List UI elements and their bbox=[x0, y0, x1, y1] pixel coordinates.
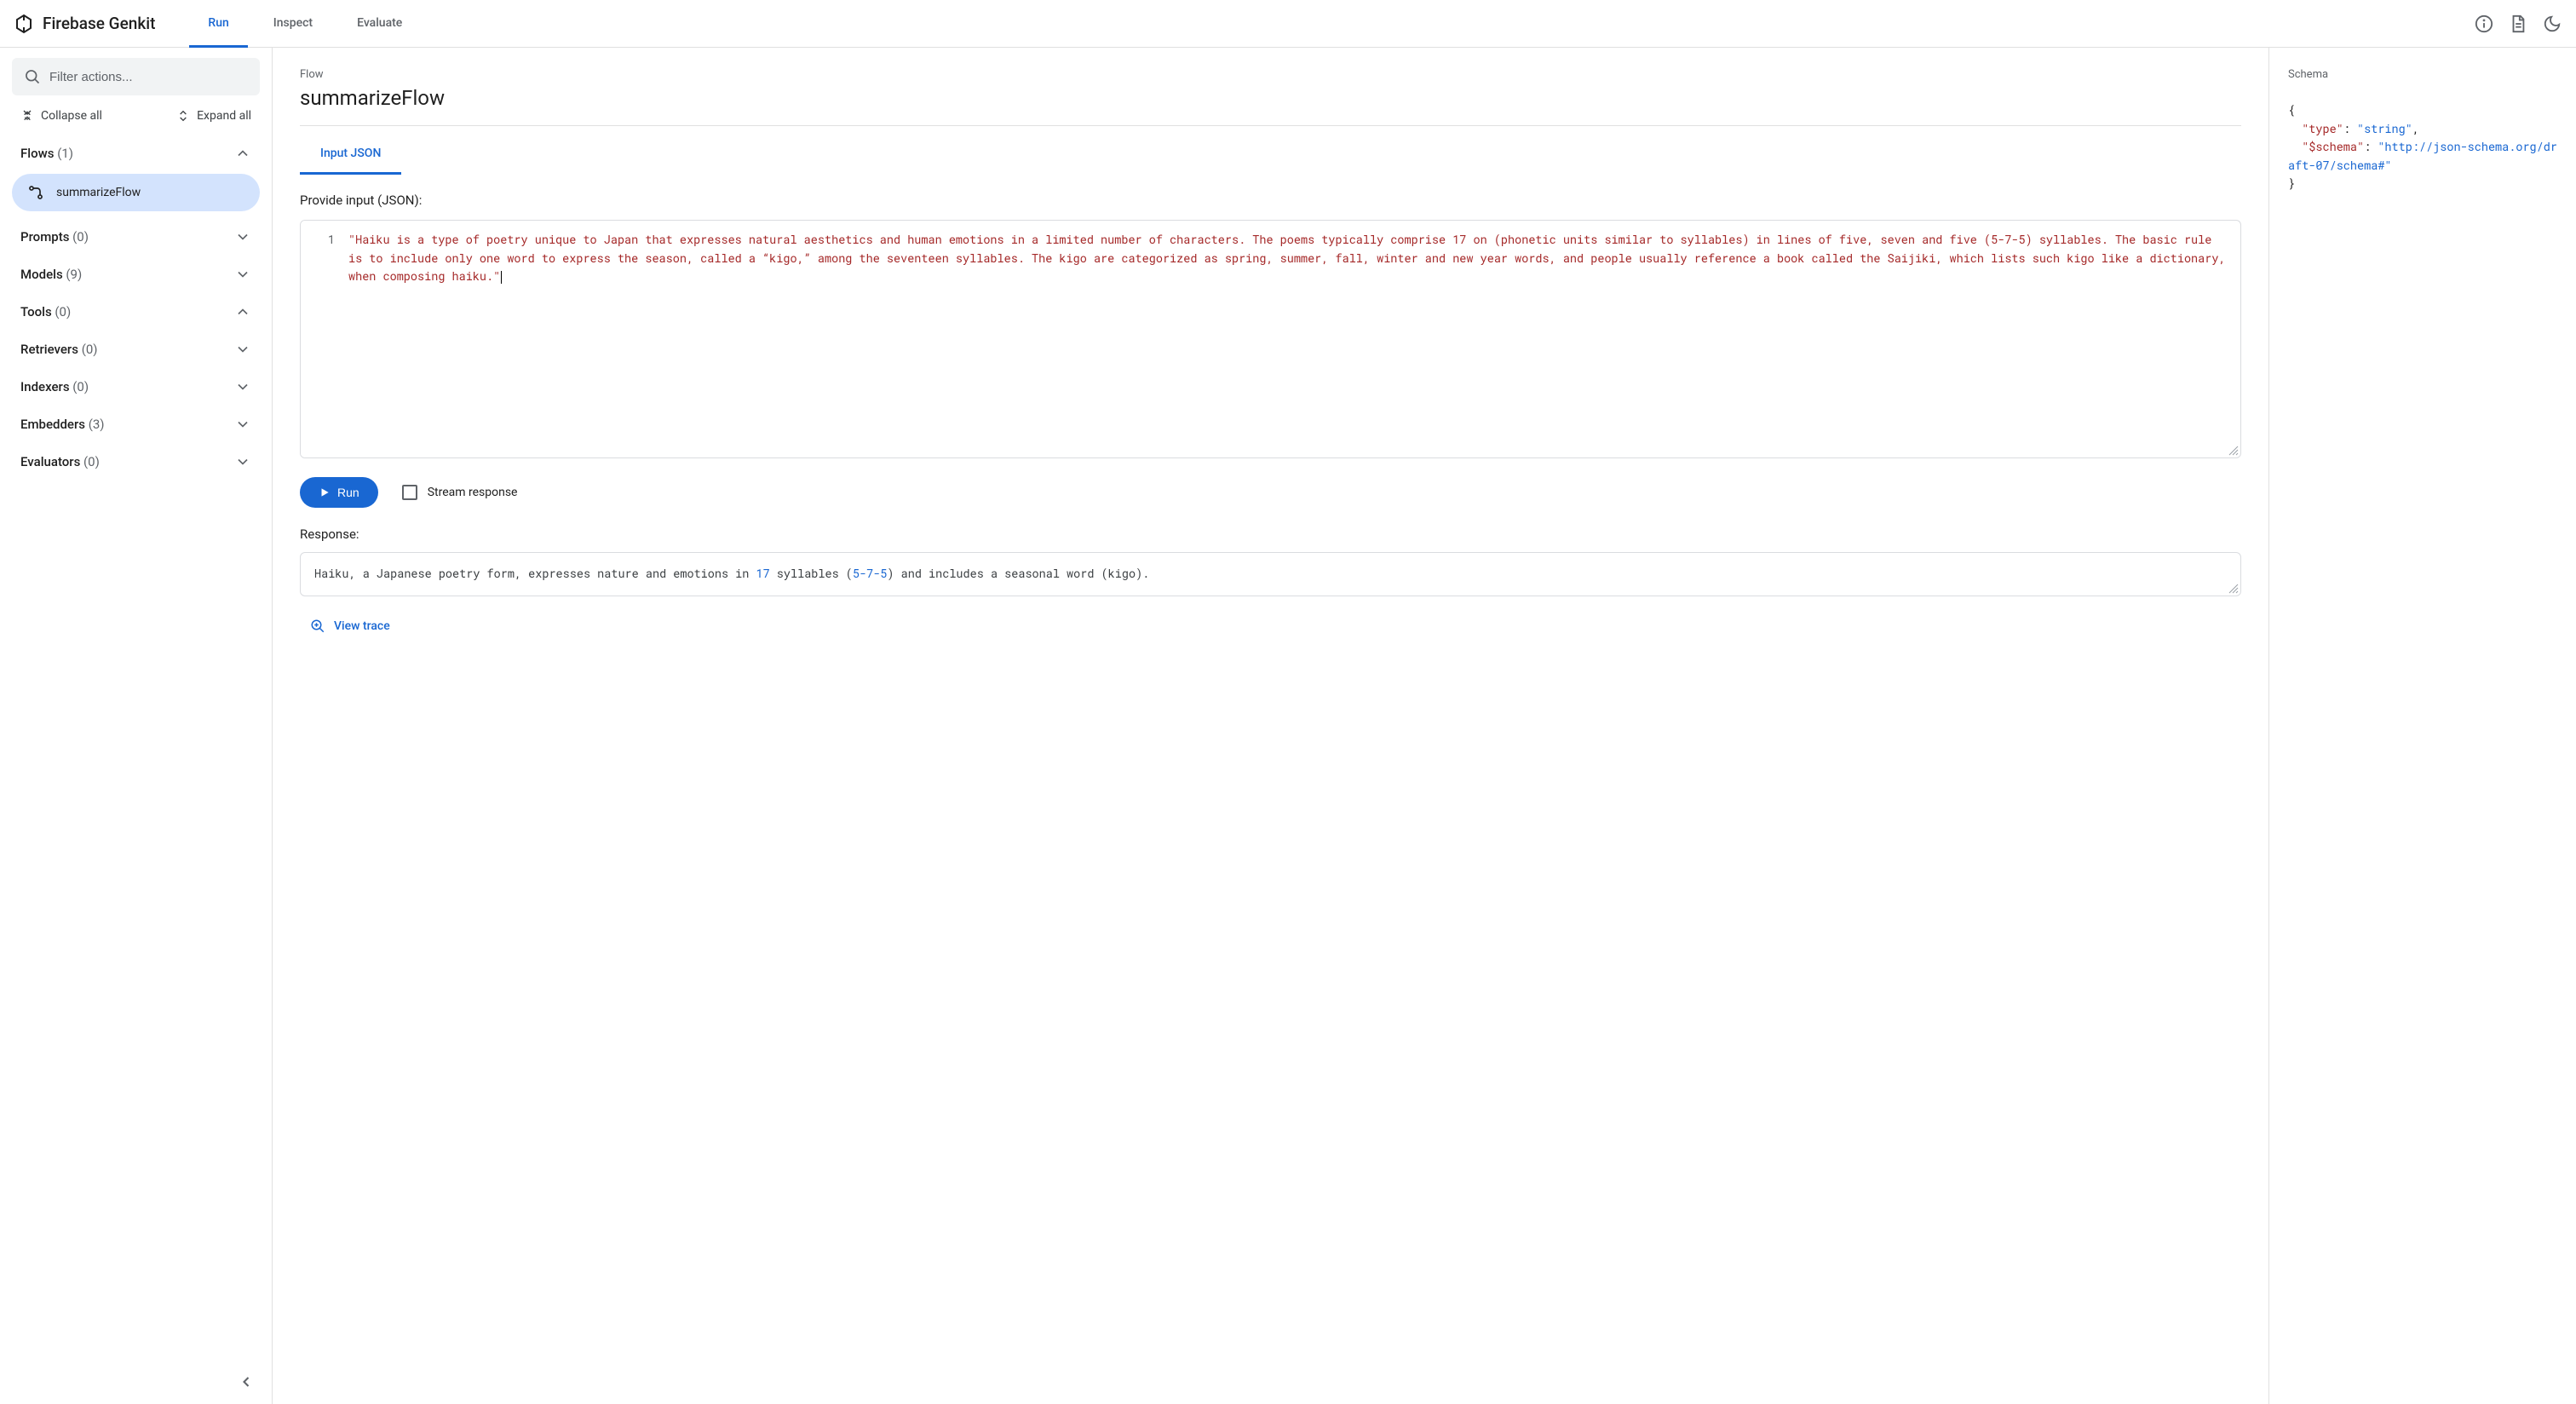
tab-inspect[interactable]: Inspect bbox=[255, 1, 331, 48]
section-count: (9) bbox=[66, 267, 82, 282]
chevron-down-icon bbox=[234, 453, 251, 470]
sidebar: Collapse all Expand all Flows (1) summ bbox=[0, 48, 273, 1404]
collapse-sidebar-button[interactable] bbox=[233, 1368, 260, 1395]
flow-item-label: summarizeFlow bbox=[56, 186, 141, 199]
document-icon[interactable] bbox=[2508, 14, 2528, 34]
chevron-down-icon bbox=[234, 416, 251, 433]
chevron-down-icon bbox=[234, 228, 251, 245]
stream-response-checkbox[interactable]: Stream response bbox=[402, 485, 518, 500]
checkbox-icon bbox=[402, 485, 417, 500]
section-indexers[interactable]: Indexers (0) bbox=[12, 368, 260, 406]
play-icon bbox=[319, 486, 331, 498]
nav-tabs: Run Inspect Evaluate bbox=[189, 0, 421, 47]
firebase-genkit-logo-icon bbox=[14, 14, 34, 34]
tab-run[interactable]: Run bbox=[189, 1, 247, 48]
tab-input-json[interactable]: Input JSON bbox=[300, 135, 401, 175]
line-gutter: 1 bbox=[301, 221, 343, 457]
chevron-up-icon bbox=[234, 303, 251, 320]
expand-all-button[interactable]: Expand all bbox=[176, 109, 251, 123]
section-evaluators[interactable]: Evaluators (0) bbox=[12, 443, 260, 480]
response-output: Haiku, a Japanese poetry form, expresses… bbox=[300, 552, 2241, 596]
section-label: Indexers bbox=[20, 379, 70, 394]
expand-all-label: Expand all bbox=[197, 109, 251, 123]
app-header: Firebase Genkit Run Inspect Evaluate bbox=[0, 0, 2576, 48]
dark-mode-icon[interactable] bbox=[2542, 14, 2562, 34]
breadcrumb: Flow bbox=[300, 68, 2241, 81]
chevron-down-icon bbox=[234, 341, 251, 358]
schema-title: Schema bbox=[2288, 68, 2557, 81]
section-count: (1) bbox=[57, 146, 73, 161]
schema-panel: Schema { "type": "string", "$schema": "h… bbox=[2269, 48, 2576, 1404]
expand-icon bbox=[176, 109, 190, 123]
search-box[interactable] bbox=[12, 58, 260, 95]
sidebar-item-summarizeflow[interactable]: summarizeFlow bbox=[12, 174, 260, 211]
flow-icon bbox=[27, 184, 44, 201]
section-label: Tools bbox=[20, 304, 52, 319]
section-count: (0) bbox=[82, 342, 98, 357]
section-label: Embedders bbox=[20, 417, 85, 432]
tab-evaluate[interactable]: Evaluate bbox=[338, 1, 421, 48]
logo: Firebase Genkit bbox=[14, 14, 155, 34]
page-title: summarizeFlow bbox=[300, 86, 2241, 110]
resize-handle-icon[interactable] bbox=[2228, 446, 2239, 456]
section-prompts[interactable]: Prompts (0) bbox=[12, 218, 260, 256]
section-count: (3) bbox=[89, 417, 105, 432]
section-count: (0) bbox=[55, 304, 71, 319]
section-retrievers[interactable]: Retrievers (0) bbox=[12, 331, 260, 368]
section-count: (0) bbox=[83, 454, 100, 469]
view-trace-label: View trace bbox=[334, 619, 390, 633]
section-label: Evaluators bbox=[20, 454, 80, 469]
run-label: Run bbox=[337, 486, 359, 499]
section-label: Prompts bbox=[20, 229, 69, 245]
section-flows[interactable]: Flows (1) bbox=[12, 135, 260, 172]
section-label: Retrievers bbox=[20, 342, 78, 357]
brand-name: Firebase Genkit bbox=[43, 14, 155, 33]
resize-handle-icon[interactable] bbox=[2228, 584, 2239, 594]
input-label: Provide input (JSON): bbox=[300, 193, 2241, 208]
chevron-down-icon bbox=[234, 266, 251, 283]
search-icon bbox=[24, 68, 41, 85]
collapse-all-label: Collapse all bbox=[41, 109, 102, 123]
info-icon[interactable] bbox=[2474, 14, 2494, 34]
json-input-editor[interactable]: 1 "Haiku is a type of poetry unique to J… bbox=[300, 220, 2241, 458]
chevron-down-icon bbox=[234, 378, 251, 395]
main-content: Flow summarizeFlow Input JSON Provide in… bbox=[273, 48, 2269, 1404]
search-input[interactable] bbox=[49, 70, 248, 84]
code-text: "Haiku is a type of poetry unique to Jap… bbox=[348, 232, 2233, 284]
section-label: Models bbox=[20, 267, 63, 282]
section-count: (0) bbox=[72, 229, 89, 245]
section-embedders[interactable]: Embedders (3) bbox=[12, 406, 260, 443]
view-trace-button[interactable]: View trace bbox=[300, 613, 2241, 639]
response-label: Response: bbox=[300, 526, 2241, 542]
section-label: Flows bbox=[20, 146, 54, 161]
collapse-all-button[interactable]: Collapse all bbox=[20, 109, 102, 123]
section-count: (0) bbox=[72, 379, 89, 394]
zoom-in-icon bbox=[310, 619, 325, 634]
collapse-icon bbox=[20, 109, 34, 123]
chevron-up-icon bbox=[234, 145, 251, 162]
schema-json: { "type": "string", "$schema": "http://j… bbox=[2288, 101, 2557, 193]
stream-label: Stream response bbox=[428, 486, 518, 499]
section-models[interactable]: Models (9) bbox=[12, 256, 260, 293]
section-tools[interactable]: Tools (0) bbox=[12, 293, 260, 331]
run-button[interactable]: Run bbox=[300, 477, 378, 508]
